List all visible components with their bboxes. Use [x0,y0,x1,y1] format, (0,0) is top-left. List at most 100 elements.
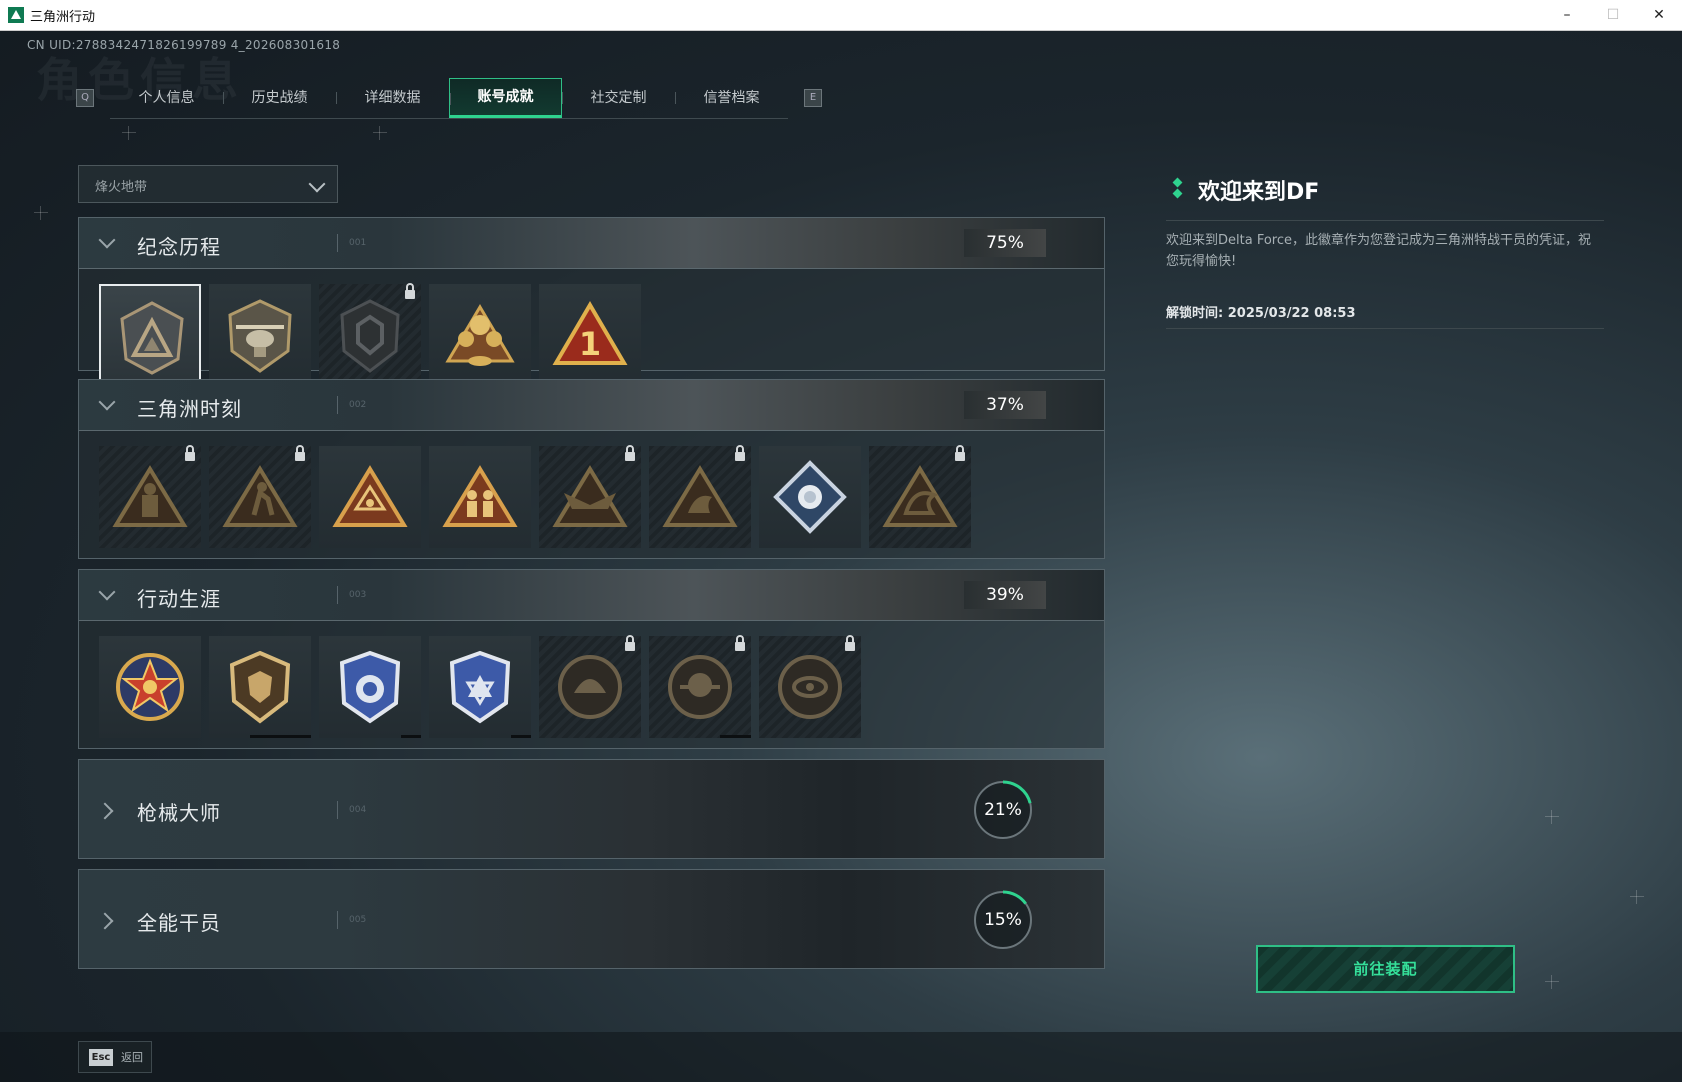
detail-description: 欢迎来到Delta Force，此徽章作为您登记成为三角洲特战干员的凭证，祝您玩… [1166,233,1591,269]
badge-triangle-soldiers[interactable] [429,446,531,548]
tab-match-history[interactable]: 历史战绩 [223,78,336,118]
badge-triangle-eye[interactable] [319,446,421,548]
section-code: 005 [349,915,367,925]
tab-social-custom[interactable]: 社交定制 [562,78,675,118]
triangle-soldiers-icon [442,465,518,527]
lock-icon [735,445,745,461]
window-controls: – ☐ ✕ [1544,0,1682,30]
divider [337,801,338,819]
minimize-button[interactable]: – [1544,0,1590,30]
tab-achievements[interactable]: 账号成就 [449,77,562,118]
chevron-down-icon[interactable] [98,583,116,601]
section-code: 001 [349,238,367,248]
triangle-runner-icon [222,465,298,527]
section-title: 行动生涯 [137,587,221,611]
tab-credit-record[interactable]: 信誉档案 [675,78,788,118]
section-code: 003 [349,590,367,600]
prev-tab-key[interactable]: Q [76,89,94,107]
dark-shield-emblem-icon [340,299,400,373]
badge-number-one[interactable]: 1 [539,284,641,386]
badge-triangle-dolphin[interactable] [649,445,751,548]
crosshair-decor-icon [1630,890,1644,904]
achievement-section-memorial: 纪念历程 001 75% 1 [78,217,1105,386]
blue-star-shield-medal-icon [449,650,511,724]
lock-icon [185,445,195,461]
badge-triangle-figure[interactable] [99,445,201,548]
badge-round-eye-medal[interactable] [759,635,861,738]
crosshair-decor-icon [373,126,387,140]
tab-bar: 个人信息 历史战绩 详细数据 账号成就 社交定制 信誉档案 [110,77,788,119]
chevron-down-icon[interactable] [98,393,116,411]
delta-emblem-icon [120,301,184,375]
section-progress: 39% [964,581,1046,609]
lock-icon [625,635,635,651]
divider [337,234,338,252]
chevron-right-icon[interactable] [96,912,114,930]
chevron-down-icon[interactable] [98,231,116,249]
achievement-section-all-round-operator: 全能干员 005 15% [78,869,1105,969]
section-title: 三角洲时刻 [137,397,242,421]
section-progress: 21% [984,800,1022,820]
badge-round-helmet-medal[interactable] [539,635,641,738]
back-button[interactable]: Esc 返回 [78,1041,152,1073]
badge-delta-emblem[interactable] [99,284,201,386]
round-eye-medal-icon [778,655,842,719]
section-title: 纪念历程 [137,235,221,259]
achievement-section-career: 行动生涯 003 39% [78,569,1105,749]
close-button[interactable]: ✕ [1636,0,1682,30]
crosshair-decor-icon [1545,810,1559,824]
section-progress: 75% [964,229,1046,257]
section-code: 004 [349,805,367,815]
badge-blue-star-shield-medal[interactable] [429,636,531,738]
tab-detailed-stats[interactable]: 详细数据 [336,78,449,118]
achievement-section-delta-moments: 三角洲时刻 002 37% [78,379,1105,559]
badge-blue-shield-medal[interactable] [319,636,421,738]
section-header[interactable]: 枪械大师 004 21% [79,760,1104,858]
triangle-wings-icon [552,465,628,527]
gold-shield-medal-icon [229,650,291,724]
badge-star-medal[interactable] [99,636,201,738]
badge-gold-crest[interactable] [429,284,531,386]
tab-personal-info[interactable]: 个人信息 [110,78,223,118]
blue-shield-medal-icon [339,650,401,724]
badge-diamond-rose[interactable] [759,446,861,548]
badge-round-skull-medal[interactable] [649,635,751,738]
triangle-dolphin-icon [662,465,738,527]
badge-triangle-wings[interactable] [539,445,641,548]
bottom-bar [0,1032,1682,1082]
mode-select[interactable]: 烽火地带 [78,165,338,203]
diamond-marker-icon [1173,178,1183,200]
section-header[interactable]: 纪念历程 001 75% [79,218,1104,269]
section-header[interactable]: 全能干员 005 15% [79,870,1104,968]
lock-icon [955,445,965,461]
divider [1166,328,1604,329]
divider [337,911,338,929]
svg-text:1: 1 [579,325,601,363]
section-header[interactable]: 行动生涯 003 39% [79,570,1104,621]
badge-dark-shield[interactable] [319,283,421,386]
app-logo-icon [8,7,24,23]
mode-select-value: 烽火地带 [95,180,148,195]
badge-triangle-dragon[interactable] [869,445,971,548]
crosshair-decor-icon [122,126,136,140]
badge-helicopter[interactable] [209,284,311,386]
crosshair-decor-icon [1545,975,1559,989]
lock-icon [845,635,855,651]
round-skull-medal-icon [668,655,732,719]
go-equip-button[interactable]: 前往装配 [1256,945,1515,993]
window-titlebar: 三角洲行动 – ☐ ✕ [0,0,1682,31]
lock-icon [405,283,415,299]
chevron-right-icon[interactable] [96,802,114,820]
badge-grid: 1 [99,283,641,386]
section-title: 全能干员 [137,911,221,935]
round-helmet-medal-icon [558,655,622,719]
badge-triangle-runner[interactable] [209,445,311,548]
next-tab-key[interactable]: E [804,89,822,107]
window-title: 三角洲行动 [30,9,96,25]
badge-gold-shield-medal[interactable] [209,636,311,738]
maximize-button[interactable]: ☐ [1590,0,1636,30]
helicopter-emblem-icon [228,299,292,373]
lock-icon [735,635,745,651]
section-header[interactable]: 三角洲时刻 002 37% [79,380,1104,431]
lock-icon [295,445,305,461]
